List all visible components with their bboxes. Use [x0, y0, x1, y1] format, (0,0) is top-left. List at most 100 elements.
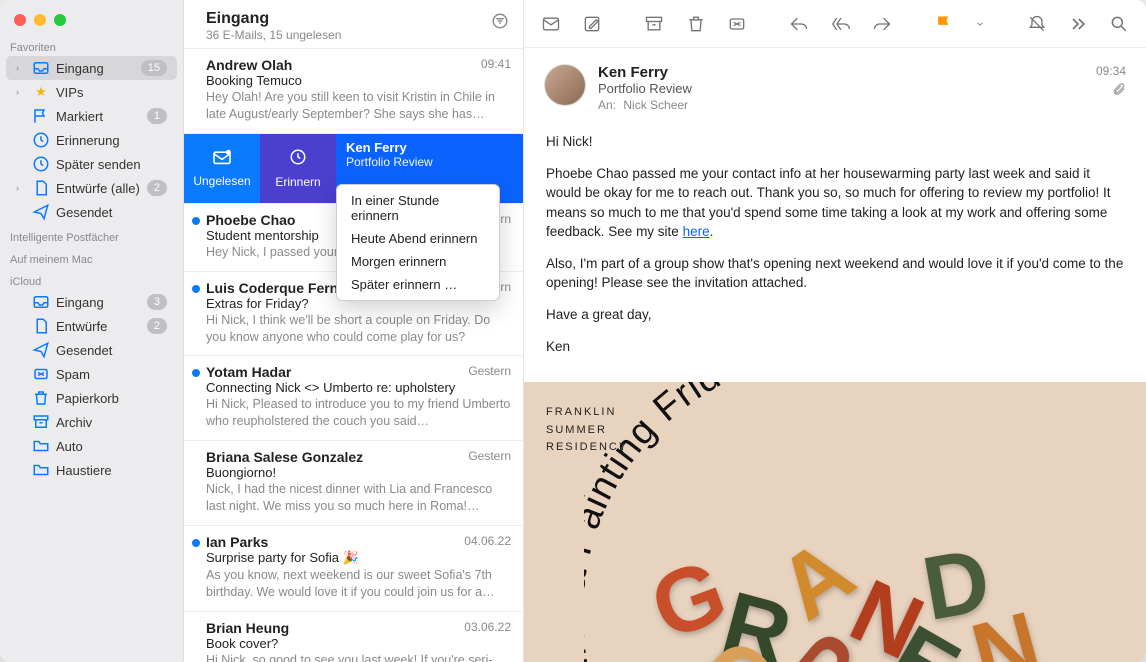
mute-icon[interactable] — [1026, 13, 1047, 35]
paperplane-icon — [32, 203, 50, 221]
junk-icon[interactable] — [726, 13, 747, 35]
sidebar-item-reminder[interactable]: › Erinnerung — [6, 128, 177, 152]
trash-icon — [32, 389, 50, 407]
sidebar-item-inbox[interactable]: › Eingang 15 — [6, 56, 177, 80]
toolbar — [524, 0, 1146, 48]
message-row[interactable]: Briana Salese GonzalezGestern Buongiorno… — [184, 441, 523, 526]
sidebar-item-icloud-auto[interactable]: › Auto — [6, 434, 177, 458]
message-preview: Nick, I had the nicest dinner with Lia a… — [206, 481, 511, 515]
swipe-unread-button[interactable]: Ungelesen — [184, 134, 260, 203]
sidebar-item-icloud-spam[interactable]: › Spam — [6, 362, 177, 386]
message-sender: Ian Parks — [206, 534, 268, 550]
archive-icon[interactable] — [644, 13, 665, 35]
sidebar-item-icloud-inbox[interactable]: › Eingang 3 — [6, 290, 177, 314]
sidebar-item-vips[interactable]: › ★ VIPs — [6, 80, 177, 104]
unread-indicator-icon — [192, 285, 200, 293]
header-recipients: An: Nick Scheer — [598, 98, 1084, 112]
reply-icon[interactable] — [789, 13, 810, 35]
flag-icon — [32, 107, 50, 125]
invitation-attachment: FRANKLIN SUMMER RESIDENCY Ceramics & Pai… — [524, 382, 1146, 662]
folder-icon — [32, 461, 50, 479]
message-preview: As you know, next weekend is our sweet S… — [206, 567, 511, 601]
mailbox-title: Eingang — [206, 10, 341, 28]
avatar — [544, 64, 586, 106]
remind-menu-item[interactable]: In einer Stunde erinnern — [337, 189, 499, 227]
sidebar-section-smart: Intelligente Postfächer — [0, 224, 183, 246]
unread-indicator-icon — [192, 539, 200, 547]
window-controls — [0, 0, 183, 34]
sidebar: Favoriten › Eingang 15 › ★ VIPs › Markie… — [0, 0, 184, 662]
filter-icon[interactable] — [491, 10, 509, 35]
remind-menu-item[interactable]: Heute Abend erinnern — [337, 227, 499, 250]
body-paragraph: Have a great day, — [546, 305, 1124, 325]
body-paragraph: Phoebe Chao passed me your contact info … — [546, 164, 1124, 242]
sidebar-item-icloud-archive[interactable]: › Archiv — [6, 410, 177, 434]
message-sender: Brian Heung — [206, 620, 289, 636]
message-row[interactable]: Yotam HadarGestern Connecting Nick <> Um… — [184, 356, 523, 441]
search-icon[interactable] — [1109, 13, 1130, 35]
compose-icon[interactable] — [581, 13, 602, 35]
sidebar-label: Entwürfe — [56, 319, 141, 334]
sidebar-item-icloud-drafts[interactable]: › Entwürfe 2 — [6, 314, 177, 338]
sidebar-label: Auto — [56, 439, 167, 454]
message-row[interactable]: Brian Heung03.06.22 Book cover? Hi Nick,… — [184, 612, 523, 662]
chevron-right-icon: › — [16, 183, 26, 193]
sidebar-item-drafts-all[interactable]: › Entwürfe (alle) 2 — [6, 176, 177, 200]
inbox-icon — [32, 59, 50, 77]
sidebar-item-flagged[interactable]: › Markiert 1 — [6, 104, 177, 128]
message-subject: Book cover? — [206, 636, 511, 651]
body-link[interactable]: here — [683, 224, 710, 239]
trash-icon[interactable] — [685, 13, 706, 35]
header-subject: Portfolio Review — [598, 81, 1084, 96]
message-subject: Surprise party for Sofia 🎉 — [206, 550, 511, 566]
forward-icon[interactable] — [871, 13, 892, 35]
swipe-unread-label: Ungelesen — [193, 174, 250, 188]
attachment-icon[interactable] — [1096, 82, 1126, 99]
minimize-window-button[interactable] — [34, 14, 46, 26]
to-name: Nick Scheer — [623, 98, 688, 112]
envelope-badge-icon — [212, 149, 232, 170]
mail-window: Favoriten › Eingang 15 › ★ VIPs › Markie… — [0, 0, 1146, 662]
message-time: 03.06.22 — [464, 620, 511, 636]
sidebar-item-send-later[interactable]: › Später senden — [6, 152, 177, 176]
header-time: 09:34 — [1096, 64, 1126, 78]
chevron-down-icon[interactable] — [975, 13, 985, 35]
close-window-button[interactable] — [14, 14, 26, 26]
sidebar-badge: 2 — [147, 180, 167, 196]
sidebar-label: Haustiere — [56, 463, 167, 478]
sidebar-label: Eingang — [56, 295, 141, 310]
swipe-remind-label: Erinnern — [275, 175, 320, 189]
sidebar-item-icloud-trash[interactable]: › Papierkorb — [6, 386, 177, 410]
remind-menu-item[interactable]: Später erinnern … — [337, 273, 499, 296]
body-greeting: Hi Nick! — [546, 132, 1124, 152]
sidebar-item-icloud-pets[interactable]: › Haustiere — [6, 458, 177, 482]
mailbox-subtitle: 36 E-Mails, 15 ungelesen — [206, 28, 341, 42]
sidebar-section-icloud: iCloud — [0, 268, 183, 290]
sidebar-item-icloud-sent[interactable]: › Gesendet — [6, 338, 177, 362]
new-mail-icon[interactable] — [540, 13, 561, 35]
reading-pane: Ken Ferry Portfolio Review An: Nick Sche… — [524, 0, 1146, 662]
message-row[interactable]: Ian Parks04.06.22 Surprise party for Sof… — [184, 526, 523, 612]
folder-icon — [32, 437, 50, 455]
chevron-right-icon: › — [16, 63, 26, 73]
reply-all-icon[interactable] — [830, 13, 851, 35]
message-preview: Hi Nick, I think we'll be short a couple… — [206, 312, 511, 346]
message-preview: Hey Olah! Are you still keen to visit Kr… — [206, 89, 511, 123]
body-signature: Ken — [546, 337, 1124, 357]
clock-icon — [32, 155, 50, 173]
clock-icon — [289, 148, 307, 171]
message-preview: Hi Nick, Pleased to introduce you to my … — [206, 396, 511, 430]
remind-menu-item[interactable]: Morgen erinnern — [337, 250, 499, 273]
more-icon[interactable] — [1067, 13, 1088, 35]
sidebar-label: Gesendet — [56, 205, 167, 220]
message-list-header: Eingang 36 E-Mails, 15 ungelesen — [184, 0, 523, 49]
sidebar-label: Eingang — [56, 61, 135, 76]
swipe-remind-button[interactable]: Erinnern — [260, 134, 336, 203]
sidebar-label: Später senden — [56, 157, 167, 172]
message-row[interactable]: Andrew Olah09:41 Booking Temuco Hey Olah… — [184, 49, 523, 134]
flag-icon[interactable] — [934, 13, 955, 35]
zoom-window-button[interactable] — [54, 14, 66, 26]
document-icon — [32, 179, 50, 197]
sidebar-item-sent[interactable]: › Gesendet — [6, 200, 177, 224]
message-subject: Buongiorno! — [206, 465, 511, 480]
